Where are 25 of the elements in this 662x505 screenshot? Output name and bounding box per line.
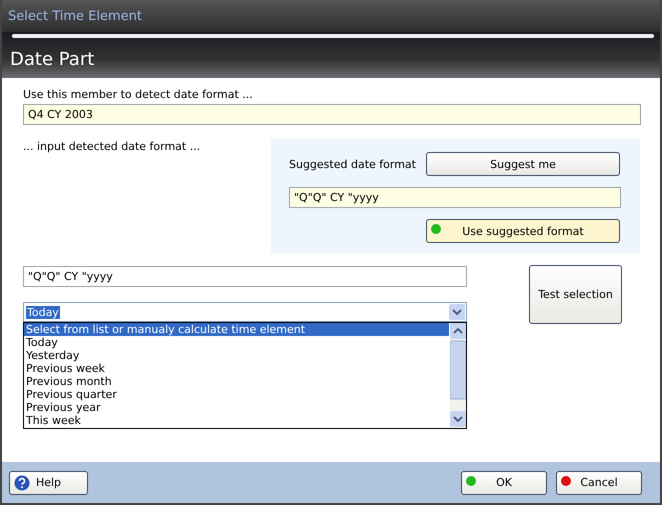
window-title: Select Time Element: [8, 8, 142, 24]
option-item[interactable]: Previous week: [24, 362, 449, 375]
footer-button[interactable]: OK: [461, 470, 547, 494]
header-title: Date Part: [10, 48, 94, 70]
option-item[interactable]: This week: [24, 414, 449, 427]
scrollbar[interactable]: [450, 323, 466, 427]
test-selection-button[interactable]: Test selection: [529, 265, 622, 324]
option-item[interactable]: Select from list or manualy calculate time element: [24, 323, 449, 336]
format-field[interactable]: "Q"Q" CY "yyyy: [23, 266, 467, 287]
input-label: ... input detected date format ...: [23, 140, 200, 154]
option-item[interactable]: Yesterday: [24, 349, 449, 362]
footer-button[interactable]: Cancel: [556, 470, 642, 494]
help-icon: [14, 474, 30, 490]
option-item[interactable]: Today: [24, 336, 449, 349]
option-item[interactable]: Previous quarter: [24, 388, 449, 401]
member-label: Use this member to detect date format ...: [23, 88, 254, 102]
member-field[interactable]: Q4 CY 2003: [23, 104, 641, 125]
footer-button[interactable]: Help: [9, 470, 88, 494]
suggested-format-field[interactable]: "Q"Q" CY "yyyy: [289, 187, 621, 208]
suggested-format-label: Suggested date format: [289, 158, 416, 170]
time-element-combo[interactable]: Today: [23, 302, 467, 322]
option-item[interactable]: Previous year: [24, 401, 449, 414]
suggest-button[interactable]: Suggest me: [426, 152, 620, 176]
use-suggested-button[interactable]: Use suggested format: [426, 219, 620, 243]
option-item[interactable]: Previous month: [24, 375, 449, 388]
